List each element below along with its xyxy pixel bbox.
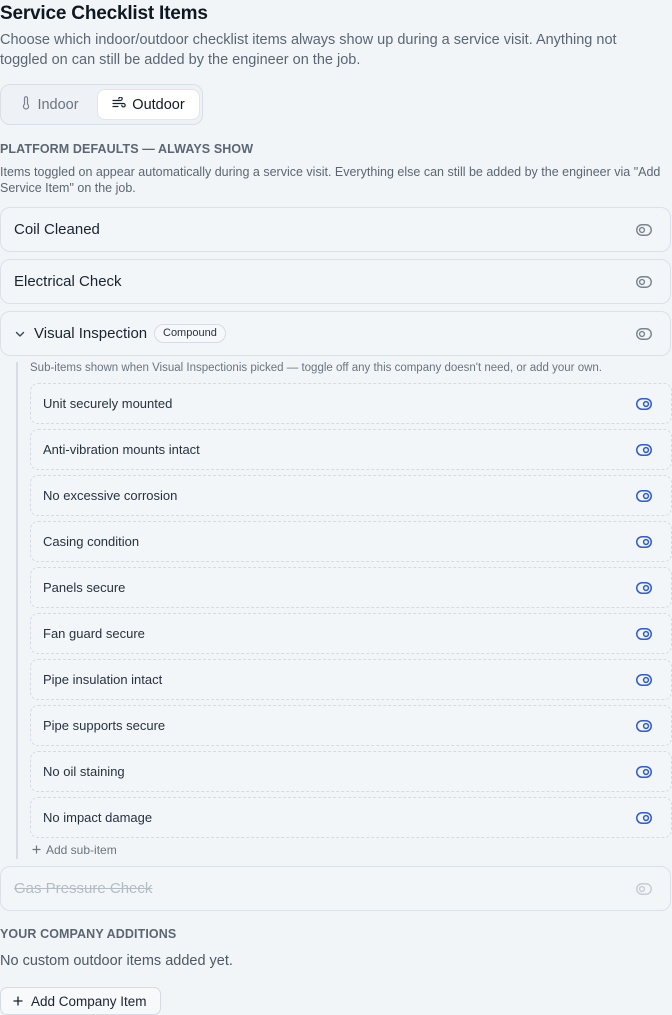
empty-state-text: No custom outdoor items added yet. [0, 953, 233, 969]
sub-item-row: Panels secure [30, 567, 672, 608]
sub-item-label: Pipe insulation intact [43, 672, 163, 687]
sub-item-label: Casing condition [43, 534, 140, 549]
add-company-item-label: Add Company Item [31, 993, 147, 1009]
sub-item-label: Pipe supports secure [43, 718, 166, 733]
sub-items-hint: Sub-items shown when Visual Inspectionis… [30, 362, 602, 374]
toggle-on-icon[interactable] [636, 719, 652, 737]
page-title: Service Checklist Items [0, 3, 208, 24]
tab-outdoor-label: Outdoor [132, 96, 185, 113]
toggle-on-icon[interactable] [636, 765, 652, 783]
sub-item-row: Casing condition [30, 521, 672, 562]
sub-item-label: Unit securely mounted [43, 396, 173, 411]
toggle-on-icon[interactable] [636, 489, 652, 507]
toggle-on-icon[interactable] [636, 811, 652, 829]
plus-icon [13, 994, 23, 1009]
checklist-settings-page: Service Checklist Items Choose which ind… [0, 0, 672, 1015]
sub-item-row: Pipe supports secure [30, 705, 672, 746]
toggle-on-icon[interactable] [636, 397, 652, 415]
toggle-on-icon[interactable] [636, 443, 652, 461]
checklist-item-gas-pressure-check: Gas Pressure Check [0, 866, 671, 911]
wind-icon [112, 96, 127, 113]
sub-item-row: Unit securely mounted [30, 383, 672, 424]
toggle-off-icon[interactable] [636, 275, 652, 293]
sub-item-row: Anti-vibration mounts intact [30, 429, 672, 470]
toggle-off-icon[interactable] [636, 327, 652, 345]
toggle-off-icon [636, 882, 652, 900]
add-sub-item-label: Add sub-item [46, 843, 117, 857]
sub-item-row: Pipe insulation intact [30, 659, 672, 700]
toggle-on-icon[interactable] [636, 673, 652, 691]
location-segmented-control: Indoor Outdoor [0, 84, 203, 125]
checklist-item-electrical-check: Electrical Check [0, 259, 671, 304]
sub-item-label: Panels secure [43, 580, 126, 595]
platform-defaults-description: Items toggled on appear automatically du… [0, 165, 661, 195]
sub-item-label: Anti-vibration mounts intact [43, 442, 200, 457]
chevron-down-icon[interactable] [14, 327, 26, 345]
sub-item-label: Fan guard secure [43, 626, 145, 641]
checklist-item-visual-inspection[interactable]: Visual Inspection Compound [0, 311, 671, 356]
sub-item-row: No impact damage [30, 797, 672, 838]
tab-outdoor[interactable]: Outdoor [97, 89, 200, 120]
toggle-on-icon[interactable] [636, 535, 652, 553]
page-subtitle: Choose which indoor/outdoor checklist it… [0, 32, 617, 68]
toggle-on-icon[interactable] [636, 627, 652, 645]
toggle-off-icon[interactable] [636, 223, 652, 241]
platform-defaults-heading: PLATFORM DEFAULTS — ALWAYS SHOW [0, 142, 254, 156]
tab-indoor[interactable]: Indoor [7, 89, 93, 120]
sub-item-label: No excessive corrosion [43, 488, 178, 503]
add-sub-item-button[interactable]: Add sub-item [32, 843, 117, 857]
sub-item-label: No oil staining [43, 764, 125, 779]
compound-badge: Compound [154, 324, 226, 343]
sub-item-row: No oil staining [30, 751, 672, 792]
checklist-item-label: Gas Pressure Check [14, 880, 153, 897]
sub-item-label: No impact damage [43, 810, 153, 825]
sub-item-row: No excessive corrosion [30, 475, 672, 516]
checklist-item-coil-cleaned: Coil Cleaned [0, 207, 671, 252]
company-additions-heading: YOUR COMPANY ADDITIONS [0, 927, 177, 941]
tab-indoor-label: Indoor [37, 96, 79, 113]
thermometer-icon [21, 95, 31, 114]
toggle-on-icon[interactable] [636, 581, 652, 599]
checklist-item-label: Coil Cleaned [14, 221, 100, 238]
sub-item-row: Fan guard secure [30, 613, 672, 654]
checklist-item-label: Visual Inspection [34, 325, 148, 342]
add-company-item-button[interactable]: Add Company Item [0, 987, 161, 1015]
checklist-item-label: Electrical Check [14, 273, 122, 290]
plus-icon [32, 843, 41, 857]
